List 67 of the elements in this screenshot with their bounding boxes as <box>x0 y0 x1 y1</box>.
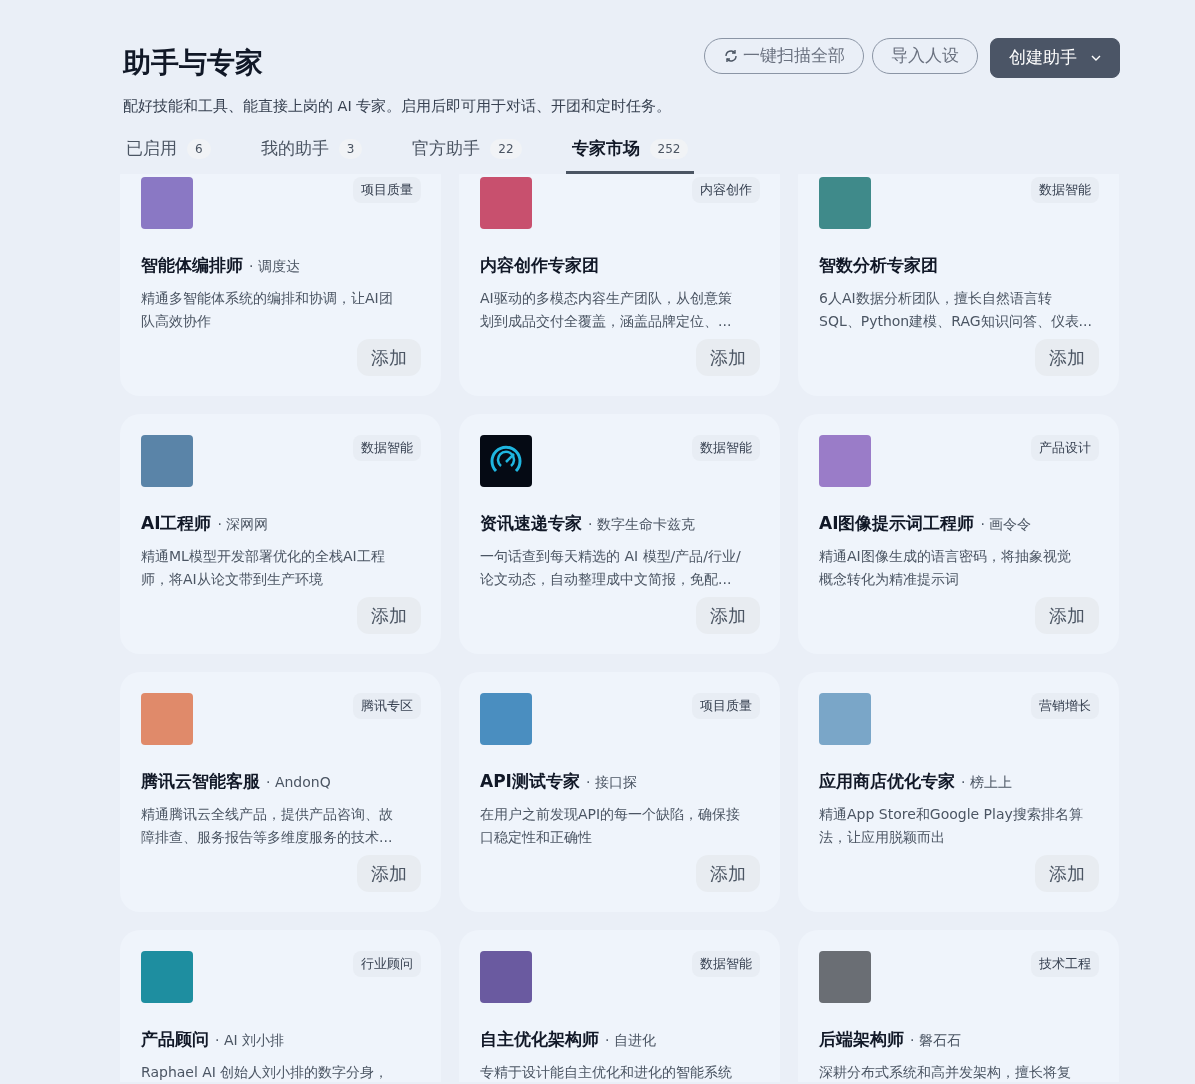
expert-name: 自主优化架构师 <box>480 1028 599 1052</box>
expert-alias: · 画令令 <box>980 515 1032 535</box>
expert-description: 一句话查到每天精选的 AI 模型/产品/行业/ 论文动态，自动整理成中文简报，免配... <box>480 546 742 589</box>
add-button[interactable]: 添加 <box>696 597 760 635</box>
page-subtitle: 配好技能和工具、能直接上岗的 AI 专家。启用后即可用于对话、开团和定时任务。 <box>123 97 672 116</box>
category-tag: 行业顾问 <box>353 951 421 977</box>
expert-name: API测试专家 <box>480 770 580 794</box>
expert-description: 专精于设计能自主优化和进化的智能系统 <box>480 1062 733 1082</box>
expert-alias: · 深网网 <box>217 515 269 535</box>
category-tag: 腾讯专区 <box>353 693 421 719</box>
category-tag: 项目质量 <box>692 693 760 719</box>
category-tag: 产品设计 <box>1031 435 1099 461</box>
count-badge: 6 <box>187 138 211 159</box>
add-button[interactable]: 添加 <box>1035 597 1099 635</box>
expert-description: AI驱动的多模态内容生产团队，从创意策 划到成品交付全覆盖，涵盖品牌定位、... <box>480 288 733 331</box>
expert-alias: · 磐石石 <box>910 1031 961 1051</box>
add-button[interactable]: 添加 <box>357 597 421 635</box>
expert-alias: · 调度达 <box>249 257 300 277</box>
category-tag: 项目质量 <box>353 177 421 203</box>
add-button[interactable]: 添加 <box>696 855 760 893</box>
count-badge: 3 <box>338 138 363 159</box>
expert-name: 应用商店优化专家 <box>819 770 955 794</box>
expert-name: AI工程师 <box>141 512 212 536</box>
expert-alias: · 数字生命卡兹克 <box>588 515 695 535</box>
add-button[interactable]: 添加 <box>1035 855 1099 893</box>
expert-description: 精通多智能体系统的编排和协调，让AI团 队高效协作 <box>141 288 394 331</box>
expert-name: 智能体编排师 <box>141 254 243 278</box>
add-button[interactable]: 添加 <box>357 855 421 893</box>
category-tag: 数据智能 <box>353 435 421 461</box>
expert-description: 深耕分布式系统和高并发架构，擅长将复 <box>819 1062 1072 1082</box>
category-tag: 数据智能 <box>692 435 760 461</box>
expert-description: 在用户之前发现API的每一个缺陷，确保接 口稳定性和正确性 <box>480 804 742 847</box>
count-badge: 252 <box>649 138 689 159</box>
expert-name: 腾讯云智能客服 <box>141 770 260 794</box>
add-button[interactable]: 添加 <box>1035 339 1099 377</box>
expert-name: 后端架构师 <box>819 1028 904 1052</box>
category-tag: 营销增长 <box>1031 693 1099 719</box>
create-assistant-button[interactable]: 创建助手 <box>990 38 1120 78</box>
tab[interactable]: 我的助手 3 <box>254 135 369 175</box>
category-tag: 数据智能 <box>692 951 760 977</box>
category-tag: 技术工程 <box>1031 951 1099 977</box>
tab[interactable]: 官方助手 22 <box>406 135 528 175</box>
expert-description: 精通App Store和Google Play搜索排名算 法，让应用脱颖而出 <box>819 804 1084 847</box>
expert-description: 精通腾讯云全线产品，提供产品咨询、故 障排查、服务报告等多维度服务的技术... <box>141 804 394 847</box>
expert-description: 6人AI数据分析团队，擅长自然语言转 SQL、Python建模、RAG知识问答、仪表... <box>819 288 1093 331</box>
expert-name: 资讯速递专家 <box>480 512 582 536</box>
expert-description: 精通AI图像生成的语言密码，将抽象视觉 概念转化为精准提示词 <box>819 546 1072 589</box>
expert-alias: · AndonQ <box>266 773 331 793</box>
expert-alias: · AI 刘小排 <box>215 1031 285 1051</box>
add-button[interactable]: 添加 <box>696 339 760 377</box>
refresh-icon <box>723 48 739 64</box>
caret-icon <box>1091 55 1101 61</box>
page-title: 助手与专家 <box>123 45 264 81</box>
expert-name: 产品顾问 <box>141 1028 209 1052</box>
expert-alias: · 榜上上 <box>961 773 1012 793</box>
expert-name: 智数分析专家团 <box>819 254 938 278</box>
category-tag: 内容创作 <box>692 177 760 203</box>
expert-alias: · 自进化 <box>605 1031 656 1051</box>
expert-description: 精通ML模型开发部署优化的全栈AI工程 师，将AI从论文带到生产环境 <box>141 546 386 589</box>
expert-alias: · 接口探 <box>585 773 637 793</box>
expert-name: AI图像提示词工程师 <box>819 512 975 536</box>
category-tag: 数据智能 <box>1031 177 1099 203</box>
expert-name: 内容创作专家团 <box>480 254 599 278</box>
count-badge: 22 <box>490 138 522 159</box>
add-button[interactable]: 添加 <box>357 339 421 377</box>
tab[interactable]: 已启用 6 <box>120 135 217 175</box>
expert-description: Raphael AI 创始人刘小排的数字分身， <box>141 1062 390 1082</box>
